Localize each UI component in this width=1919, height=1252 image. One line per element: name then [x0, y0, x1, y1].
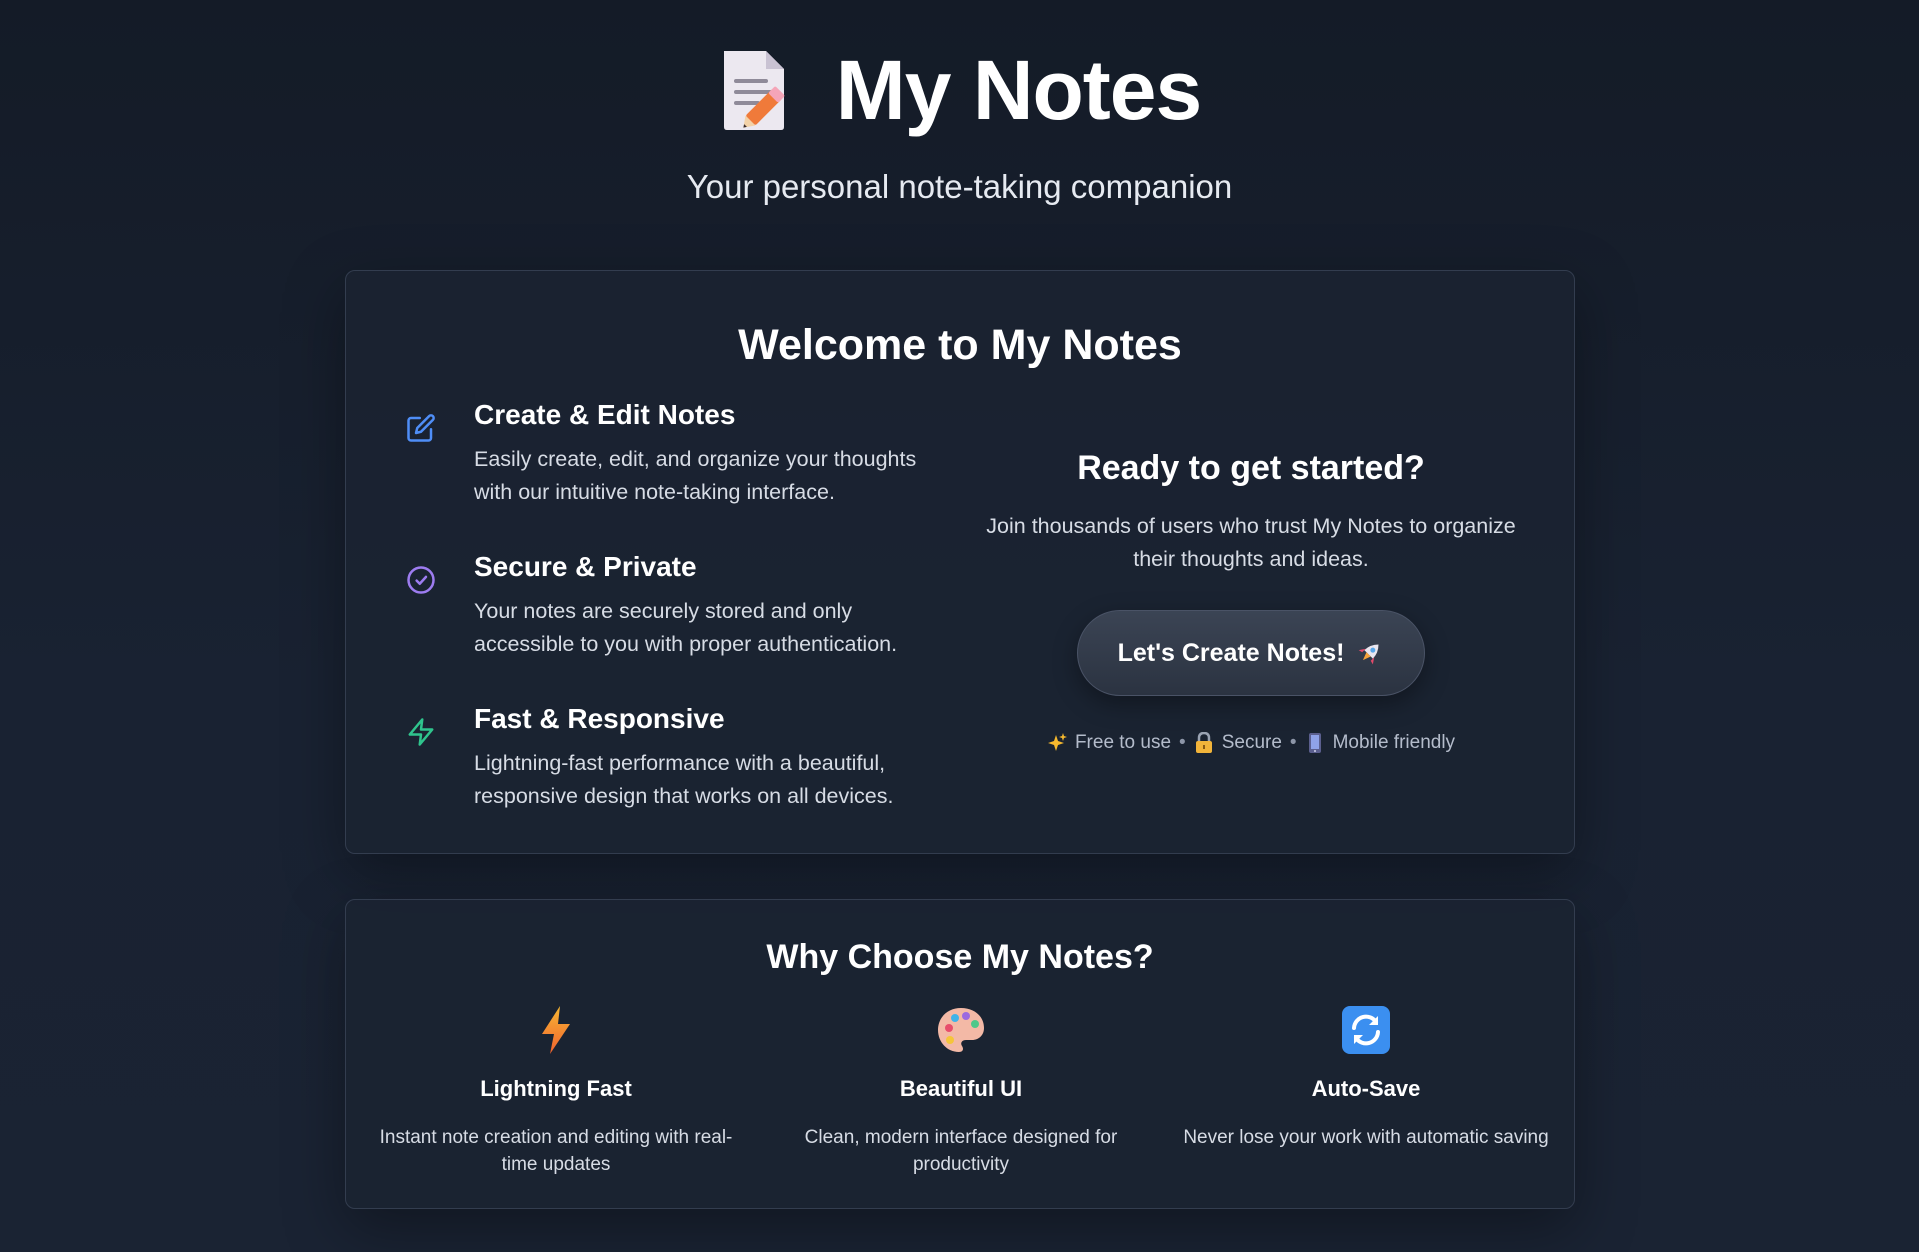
why-card: Why Choose My Notes? Lightning Fast Inst…: [345, 899, 1575, 1209]
sparkles-icon: [1047, 732, 1067, 754]
lightning-emoji-icon: [530, 1004, 582, 1056]
separator-dot: •: [1289, 732, 1297, 753]
landing-page: My Notes Your personal note-taking compa…: [0, 0, 1919, 1252]
badge-label: Free to use: [1074, 732, 1172, 753]
badge-mobile: Mobile friendly: [1305, 732, 1456, 754]
cta-description: Join thousands of users who trust My Not…: [986, 514, 1516, 571]
why-title: Why Choose My Notes?: [766, 938, 1154, 976]
check-circle-icon: [406, 565, 436, 595]
why-item-description: Never lose your work with automatic savi…: [1183, 1127, 1549, 1148]
why-item: Lightning Fast Instant note creation and…: [366, 1004, 746, 1178]
cta-badges: Free to use • Secure • Mobile friendly: [966, 731, 1536, 754]
mobile-phone-icon: [1305, 732, 1325, 754]
cta-section: Ready to get started? Join thousands of …: [966, 449, 1536, 754]
create-notes-button-label: Let's Create Notes!: [1117, 638, 1345, 667]
create-notes-button[interactable]: Let's Create Notes!: [1077, 610, 1425, 696]
rocket-icon: [1356, 639, 1384, 667]
badge-label: Mobile friendly: [1332, 732, 1456, 753]
badge-label: Secure: [1221, 732, 1282, 753]
badge-free: Free to use: [1047, 732, 1171, 754]
feature-title: Secure & Private: [474, 551, 697, 582]
memo-pencil-icon: [718, 47, 794, 133]
feature-title: Create & Edit Notes: [474, 399, 736, 430]
feature-item: Secure & Private Your notes are securely…: [406, 551, 966, 661]
lightning-icon: [406, 717, 436, 747]
cta-title: Ready to get started?: [1077, 449, 1425, 487]
why-item-title: Lightning Fast: [480, 1076, 632, 1101]
page-subtitle: Your personal note-taking companion: [686, 168, 1233, 205]
hero-title-row: My Notes: [0, 40, 1919, 140]
why-grid: Lightning Fast Instant note creation and…: [366, 1004, 1556, 1178]
lock-icon: [1194, 731, 1214, 754]
page-title: My Notes: [835, 43, 1202, 137]
edit-icon: [406, 413, 436, 443]
welcome-card: Welcome to My Notes Create & Edit Notes …: [345, 270, 1575, 854]
separator-dot: •: [1179, 732, 1186, 753]
why-item-description: Clean, modern interface designed for pro…: [804, 1127, 1118, 1175]
feature-title: Fast & Responsive: [474, 703, 725, 734]
why-item-title: Beautiful UI: [899, 1076, 1023, 1101]
why-item: Auto-Save Never lose your work with auto…: [1176, 1004, 1556, 1178]
palette-icon: [935, 1004, 987, 1056]
feature-description: Lightning-fast performance with a beauti…: [474, 751, 894, 808]
sync-icon: [1340, 1004, 1392, 1056]
feature-item: Fast & Responsive Lightning-fast perform…: [406, 703, 966, 813]
hero-header: My Notes Your personal note-taking compa…: [0, 40, 1919, 206]
welcome-title: Welcome to My Notes: [738, 321, 1182, 369]
why-item-title: Auto-Save: [1311, 1076, 1421, 1101]
why-item-description: Instant note creation and editing with r…: [379, 1127, 733, 1175]
feature-item: Create & Edit Notes Easily create, edit,…: [406, 399, 966, 509]
feature-list: Create & Edit Notes Easily create, edit,…: [406, 399, 966, 855]
feature-description: Your notes are securely stored and only …: [474, 599, 898, 656]
why-item: Beautiful UI Clean, modern interface des…: [771, 1004, 1151, 1178]
badge-secure: Secure: [1194, 731, 1282, 754]
feature-description: Easily create, edit, and organize your t…: [474, 447, 917, 504]
